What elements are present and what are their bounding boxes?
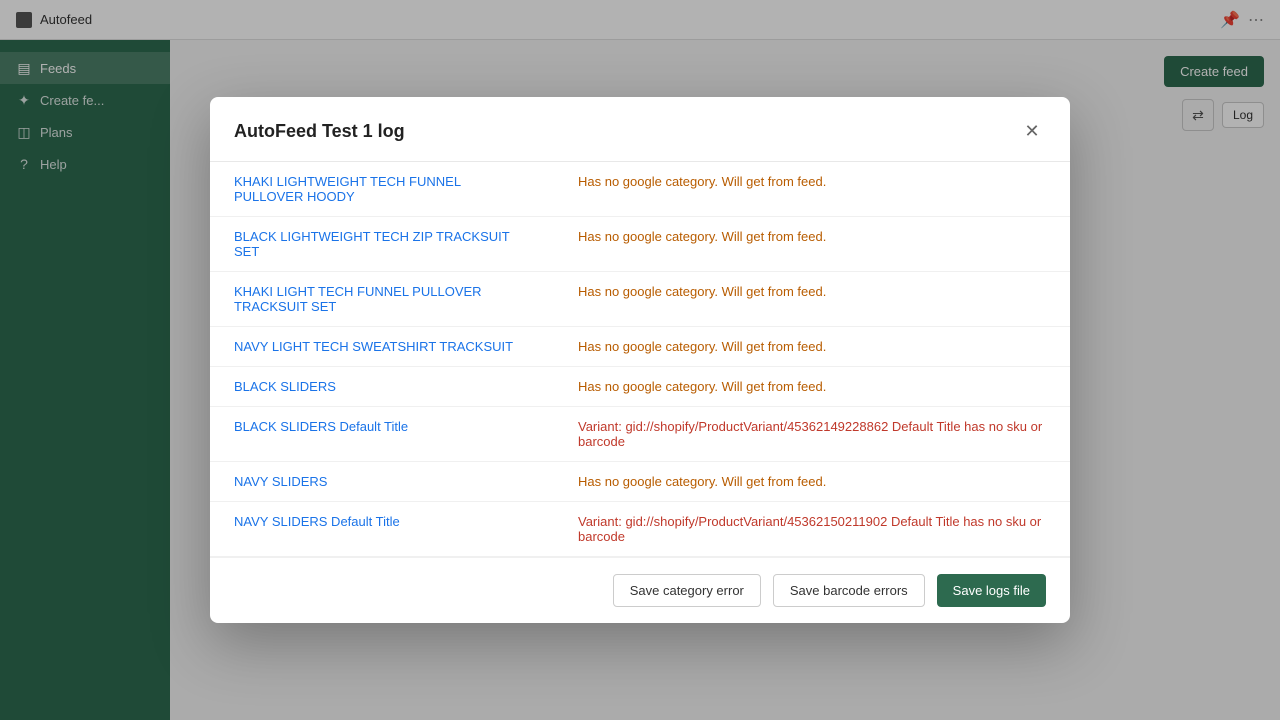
modal-footer: Save category error Save barcode errors … — [210, 557, 1070, 623]
save-category-error-button[interactable]: Save category error — [613, 574, 761, 607]
table-row: KHAKI LIGHT TECH FUNNEL PULLOVER TRACKSU… — [210, 272, 1070, 327]
modal-close-button[interactable]: ✕ — [1018, 117, 1046, 145]
log-table: KHAKI LIGHTWEIGHT TECH FUNNEL PULLOVER H… — [210, 162, 1070, 557]
table-row: NAVY SLIDERS Default TitleVariant: gid:/… — [210, 502, 1070, 557]
product-name[interactable]: KHAKI LIGHTWEIGHT TECH FUNNEL PULLOVER H… — [210, 162, 554, 217]
product-name[interactable]: KHAKI LIGHT TECH FUNNEL PULLOVER TRACKSU… — [210, 272, 554, 327]
log-message: Has no google category. Will get from fe… — [554, 162, 1070, 217]
table-row: BLACK LIGHTWEIGHT TECH ZIP TRACKSUIT SET… — [210, 217, 1070, 272]
log-message: Has no google category. Will get from fe… — [554, 217, 1070, 272]
log-message: Variant: gid://shopify/ProductVariant/45… — [554, 407, 1070, 462]
log-message: Has no google category. Will get from fe… — [554, 272, 1070, 327]
modal-title: AutoFeed Test 1 log — [234, 121, 405, 142]
log-message: Has no google category. Will get from fe… — [554, 327, 1070, 367]
log-message: Has no google category. Will get from fe… — [554, 367, 1070, 407]
table-row: NAVY LIGHT TECH SWEATSHIRT TRACKSUITHas … — [210, 327, 1070, 367]
table-row: BLACK SLIDERSHas no google category. Wil… — [210, 367, 1070, 407]
table-row: NAVY SLIDERSHas no google category. Will… — [210, 462, 1070, 502]
product-name[interactable]: NAVY SLIDERS — [210, 462, 554, 502]
product-name[interactable]: BLACK LIGHTWEIGHT TECH ZIP TRACKSUIT SET — [210, 217, 554, 272]
table-row: BLACK SLIDERS Default TitleVariant: gid:… — [210, 407, 1070, 462]
save-logs-file-button[interactable]: Save logs file — [937, 574, 1046, 607]
log-message: Variant: gid://shopify/ProductVariant/45… — [554, 502, 1070, 557]
product-name[interactable]: NAVY LIGHT TECH SWEATSHIRT TRACKSUIT — [210, 327, 554, 367]
modal-body: KHAKI LIGHTWEIGHT TECH FUNNEL PULLOVER H… — [210, 162, 1070, 557]
table-row: KHAKI LIGHTWEIGHT TECH FUNNEL PULLOVER H… — [210, 162, 1070, 217]
log-message: Has no google category. Will get from fe… — [554, 462, 1070, 502]
product-name[interactable]: BLACK SLIDERS Default Title — [210, 407, 554, 462]
product-name[interactable]: BLACK SLIDERS — [210, 367, 554, 407]
log-modal: AutoFeed Test 1 log ✕ KHAKI LIGHTWEIGHT … — [210, 97, 1070, 623]
modal-header: AutoFeed Test 1 log ✕ — [210, 97, 1070, 162]
product-name[interactable]: NAVY SLIDERS Default Title — [210, 502, 554, 557]
save-barcode-errors-button[interactable]: Save barcode errors — [773, 574, 925, 607]
